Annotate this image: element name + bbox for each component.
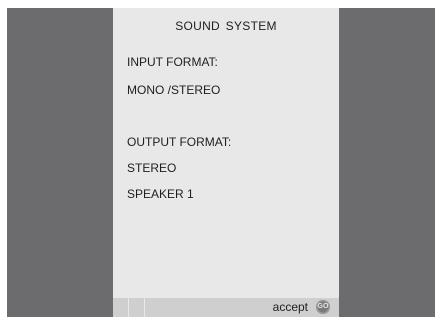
status-divider <box>144 298 145 317</box>
input-format-value[interactable]: MONO /STEREO <box>127 83 220 97</box>
output-format-heading: OUTPUT FORMAT: <box>127 135 232 149</box>
accept-label: accept <box>272 300 308 314</box>
status-bar: accept GO <box>113 298 339 317</box>
tv-screen: SOUND SYSTEM INPUT FORMAT: MONO /STEREO … <box>7 8 435 317</box>
sound-system-menu: SOUND SYSTEM INPUT FORMAT: MONO /STEREO … <box>113 8 339 317</box>
input-format-heading: INPUT FORMAT: <box>127 55 218 69</box>
output-speaker-value[interactable]: SPEAKER 1 <box>127 187 194 201</box>
go-button-icon[interactable]: GO <box>316 300 330 314</box>
status-divider <box>128 298 129 317</box>
output-format-value[interactable]: STEREO <box>127 161 176 175</box>
menu-title: SOUND SYSTEM <box>175 19 277 33</box>
